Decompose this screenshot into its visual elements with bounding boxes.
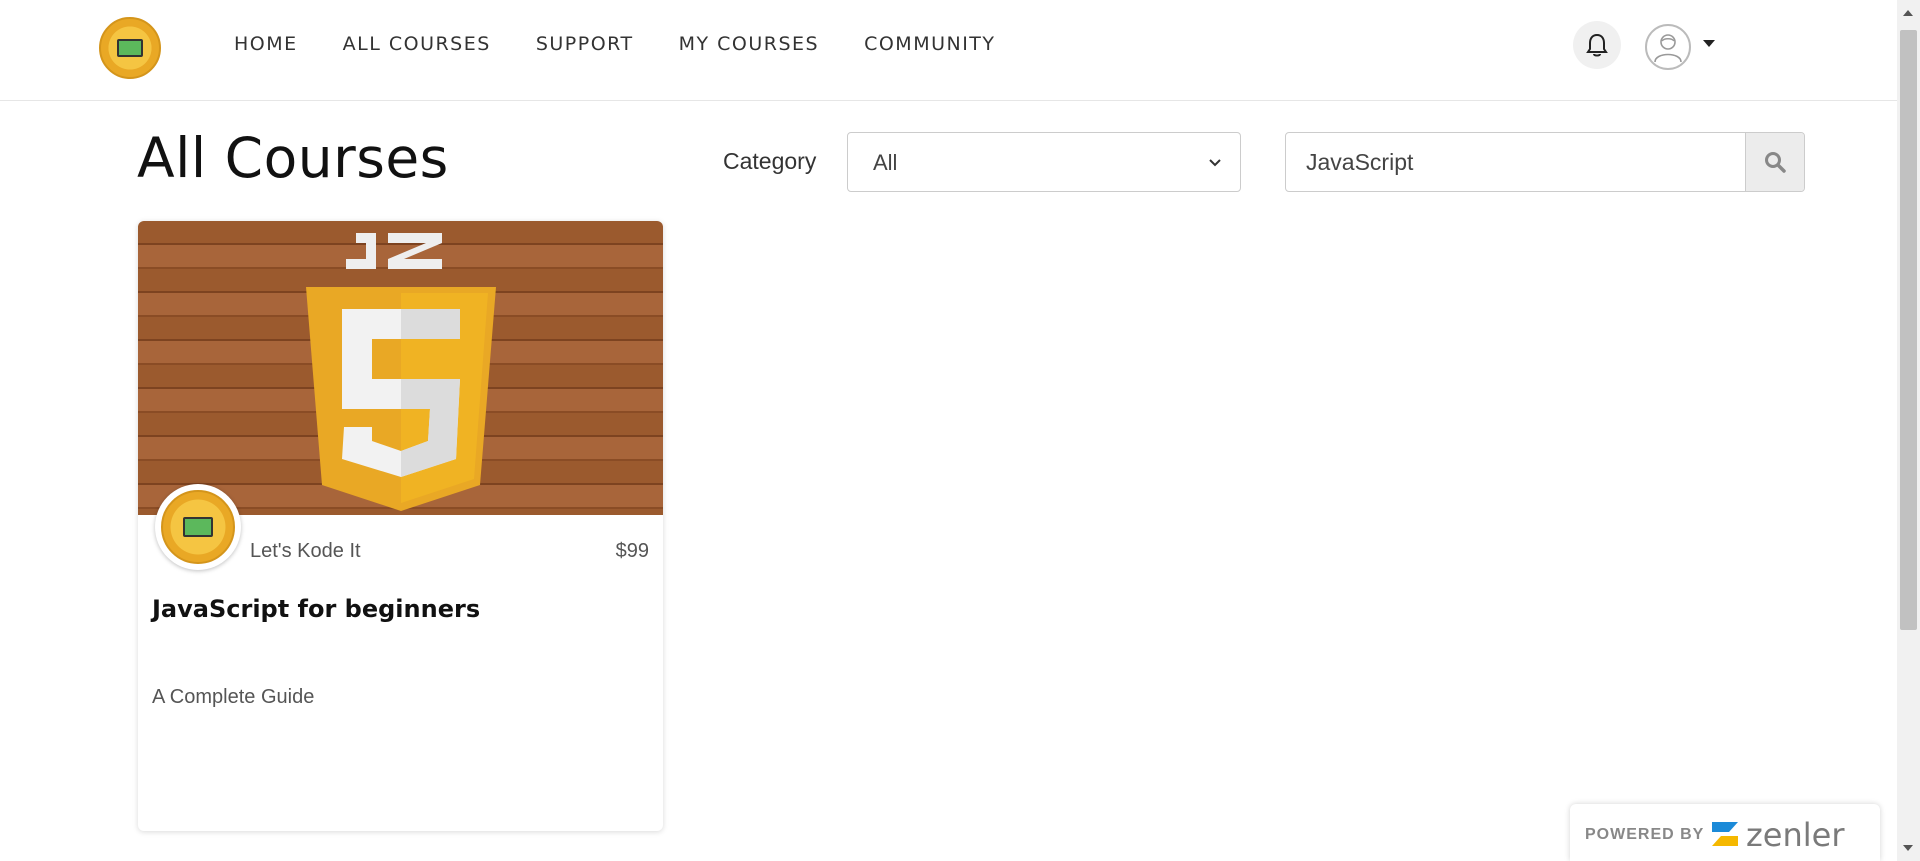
category-select-value: All	[873, 150, 898, 175]
nav-community[interactable]: COMMUNITY	[864, 33, 995, 55]
nav-support[interactable]: SUPPORT	[536, 33, 634, 55]
zenler-logo-icon	[1712, 822, 1738, 846]
bell-icon	[1586, 33, 1608, 57]
author-avatar[interactable]	[155, 484, 241, 570]
powered-by-badge[interactable]: POWERED BY zenler	[1570, 804, 1880, 861]
scroll-down-icon[interactable]	[1903, 845, 1913, 851]
nav-all-courses[interactable]: ALL COURSES	[343, 33, 491, 55]
notifications-button[interactable]	[1573, 21, 1621, 69]
category-select[interactable]: All	[847, 132, 1241, 192]
page-scrollbar[interactable]	[1897, 0, 1920, 861]
category-label: Category	[723, 148, 817, 174]
page-title: All Courses	[137, 126, 449, 190]
course-thumbnail[interactable]	[138, 221, 663, 515]
scroll-up-icon[interactable]	[1903, 10, 1913, 16]
course-card[interactable]: Let's Kode It $99 JavaScript for beginne…	[138, 221, 663, 831]
search-input[interactable]	[1286, 133, 1746, 191]
caret-down-icon[interactable]	[1703, 40, 1715, 47]
user-avatar[interactable]	[1645, 24, 1691, 70]
school-logo-icon	[161, 490, 235, 564]
laptop-icon	[183, 517, 213, 537]
course-author[interactable]: Let's Kode It	[250, 540, 361, 563]
site-logo[interactable]	[99, 17, 161, 79]
laptop-icon	[117, 39, 143, 57]
course-subtitle: A Complete Guide	[152, 686, 315, 708]
user-avatar-icon	[1654, 34, 1682, 63]
search-button[interactable]	[1745, 133, 1804, 191]
search-icon	[1765, 152, 1786, 173]
course-search	[1285, 132, 1805, 192]
course-title[interactable]: JavaScript for beginners	[152, 595, 480, 623]
zenler-brand: zenler	[1746, 816, 1845, 854]
nav-my-courses[interactable]: MY COURSES	[679, 33, 820, 55]
javascript-shield-icon	[306, 233, 496, 511]
powered-by-label: POWERED BY	[1585, 826, 1705, 843]
top-header: HOME ALL COURSES SUPPORT MY COURSES COMM…	[0, 0, 1897, 101]
nav-home[interactable]: HOME	[234, 33, 298, 55]
main-nav: HOME ALL COURSES SUPPORT MY COURSES COMM…	[234, 33, 1041, 55]
chevron-down-icon	[1209, 159, 1221, 167]
scrollbar-thumb[interactable]	[1900, 30, 1917, 630]
course-price: $99	[615, 540, 649, 562]
